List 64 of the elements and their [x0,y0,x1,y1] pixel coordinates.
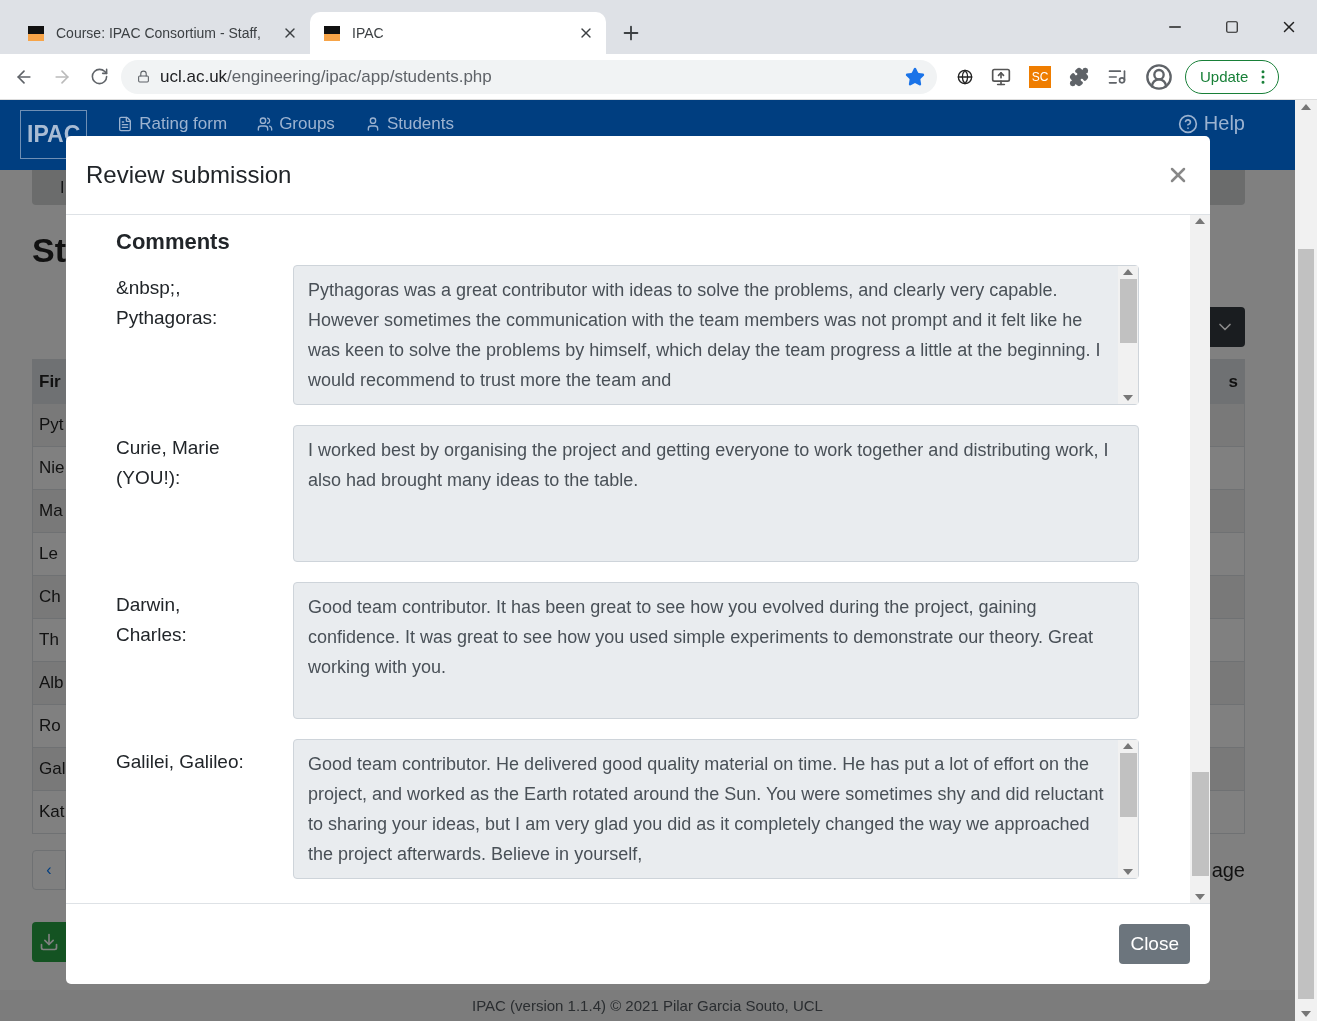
pagination-text: age [1211,858,1245,882]
section-heading: Comments [116,229,230,255]
scrollbar-thumb[interactable] [1191,772,1209,876]
help-icon [1177,113,1198,134]
lock-icon [137,70,150,83]
address-bar[interactable]: ucl.ac.uk/engineering/ipac/app/students.php [121,59,937,94]
scrollbar[interactable] [1295,100,1317,1021]
scroll-down-arrow-icon[interactable] [1301,1011,1311,1017]
reviewer-name: Darwin, Charles: [116,593,188,647]
scroll-down-arrow-icon[interactable] [1123,395,1133,401]
scrollbar-thumb[interactable] [1119,753,1137,817]
column-header: Fir [38,370,62,393]
favicon-icon [26,23,46,43]
table-cell-text: Pyt [38,414,65,436]
reviewer-name: Galilei, Galileo: [116,750,245,774]
dialog-title: Review submission [86,161,292,189]
help-link[interactable]: Help [1177,112,1245,135]
table-cell-text: Ch [38,586,62,608]
scrollbar[interactable] [1190,215,1210,903]
favicon-icon [322,23,342,43]
document-icon [117,116,134,132]
people-icon [257,116,274,132]
table-cell-text: Th [38,629,60,651]
browser-tab[interactable]: Course: IPAC Consortium - Staff, [14,12,310,54]
table-cell-text: Alb [38,672,65,694]
download-icon [39,932,59,952]
nav-link[interactable]: Rating form [117,114,228,134]
scroll-up-arrow-icon[interactable] [1123,269,1133,275]
scroll-up-arrow-icon[interactable] [1123,743,1133,749]
browser-tab[interactable]: IPAC [310,12,606,54]
table-cell-text: Kat [38,801,66,823]
comment-box[interactable]: Good team contributor. He delivered good quality material on time. He has put a lot of effort on the project, and worked as the Earth rotated around the Sun. You were sometimes shy and did reluctant to sharing your ideas, but I am very glad you did as it completely changed the way we approached the project afterwards. Believe in yourself, [293,739,1139,879]
table-cell-text: Gal [38,758,67,780]
reviewer-name: &nbsp;, Pythagoras: [116,276,219,330]
nav-link[interactable]: Groups [257,114,335,134]
table-cell-text: Nie [38,457,66,479]
footer-text: IPAC (version 1.1.4) © 2021 Pilar Garcia Souto, UCL [472,997,823,1014]
comment-box[interactable]: I worked best by organising the project and getting everyone to work together and distributing work, I also had brought many ideas to the table. [293,425,1139,562]
scroll-down-arrow-icon[interactable] [1123,869,1133,875]
table-cell-text: Le [38,543,59,565]
close-button[interactable]: Close [1119,924,1190,964]
table-cell-text: Ro [38,715,62,737]
download-button[interactable] [32,922,66,962]
scrollbar[interactable] [1118,740,1138,878]
scrollbar[interactable] [1118,266,1138,404]
scrollbar-thumb[interactable] [1119,279,1137,343]
reload-icon[interactable] [90,67,109,86]
extension-button[interactable]: SC [1029,65,1051,88]
puzzle-icon[interactable] [1069,66,1089,87]
reviewer-name: Curie, Marie (YOU!): [116,436,221,490]
scroll-up-arrow-icon[interactable] [1301,104,1311,110]
nav-link[interactable]: Students [364,114,454,134]
scrollbar-thumb[interactable] [1298,249,1314,999]
comment-box[interactable]: Good team contributor. It has been great to see how you evolved during the project, gaining confidence. It was great to see how you used simple experiments to demonstrate our theory. Great working with you. [293,582,1139,719]
star-icon[interactable] [905,66,925,87]
scroll-down-arrow-icon[interactable] [1195,894,1205,900]
page-heading: St [32,231,66,271]
globe-icon[interactable] [957,68,973,85]
avatar-icon[interactable] [1145,62,1173,91]
table-cell-text: Ma [38,500,64,522]
monitor-icon[interactable] [991,66,1011,87]
scroll-up-arrow-icon[interactable] [1195,218,1205,224]
comment-box[interactable]: Pythagoras was a great contributor with ideas to solve the problems, and clearly very capable. However sometimes the communication with the team members was not prompt and it felt like he was keen to solve the problems by himself, which delay the team progress a little at the beginning. I would recommend to trust more the team and [293,265,1139,405]
update-button[interactable]: Update [1185,59,1280,94]
